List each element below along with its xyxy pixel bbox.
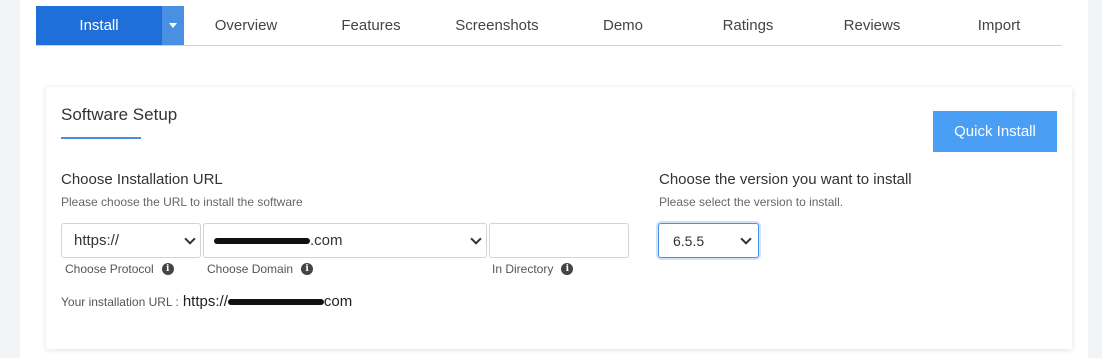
- version-label: Choose the version you want to install: [659, 171, 912, 188]
- domain-suffix: .com: [310, 232, 343, 249]
- installation-url-value: https:// com: [183, 293, 352, 310]
- directory-input[interactable]: [489, 223, 629, 258]
- card-title: Software Setup: [61, 105, 178, 124]
- tab-ratings[interactable]: Ratings: [720, 6, 776, 45]
- installation-url-label: Choose Installation URL: [61, 171, 223, 188]
- tab-install[interactable]: Install: [36, 6, 162, 45]
- protocol-label-row: Choose Protocol i: [65, 262, 174, 276]
- page: Install Overview Features Screenshots De…: [20, 0, 1088, 358]
- tab-screenshots[interactable]: Screenshots: [451, 6, 543, 45]
- quick-install-button[interactable]: Quick Install: [933, 111, 1057, 152]
- protocol-value: https://: [74, 232, 120, 249]
- chevron-down-icon: [184, 233, 196, 245]
- directory-label-row: In Directory i: [492, 262, 574, 276]
- tab-import[interactable]: Import: [971, 6, 1027, 45]
- tab-features[interactable]: Features: [336, 6, 406, 45]
- title-underline: [61, 137, 141, 139]
- url-prefix: https://: [182, 293, 228, 310]
- redacted-domain: [214, 237, 310, 244]
- installation-url-hint: Please choose the URL to install the sof…: [61, 195, 303, 209]
- protocol-label: Choose Protocol: [65, 262, 154, 276]
- info-icon[interactable]: i: [161, 263, 174, 275]
- domain-select[interactable]: .com: [203, 223, 487, 258]
- chevron-down-icon: [740, 233, 752, 245]
- software-setup-card: Software Setup Quick Install Choose Inst…: [46, 87, 1072, 349]
- redacted-url: [227, 298, 324, 305]
- directory-label: In Directory: [492, 262, 554, 276]
- chevron-down-icon: [470, 233, 482, 245]
- info-icon[interactable]: i: [561, 263, 574, 275]
- url-suffix: com: [323, 293, 353, 310]
- tab-reviews[interactable]: Reviews: [841, 6, 903, 45]
- caret-down-icon: [169, 23, 177, 28]
- installation-url-label: Your installation URL :: [61, 294, 179, 309]
- domain-label-row: Choose Domain i: [207, 262, 314, 276]
- protocol-select[interactable]: https://: [61, 223, 201, 258]
- tab-bar: Install Overview Features Screenshots De…: [36, 6, 1062, 46]
- info-icon[interactable]: i: [301, 263, 314, 275]
- version-select[interactable]: 6.5.5: [658, 223, 759, 258]
- tab-demo[interactable]: Demo: [602, 6, 644, 45]
- tab-overview[interactable]: Overview: [206, 6, 286, 45]
- install-dropdown-button[interactable]: [162, 6, 184, 45]
- version-hint: Please select the version to install.: [659, 195, 844, 209]
- version-value: 6.5.5: [673, 232, 705, 249]
- domain-label: Choose Domain: [207, 262, 294, 276]
- installation-url-row: Your installation URL : https:// com: [61, 293, 352, 310]
